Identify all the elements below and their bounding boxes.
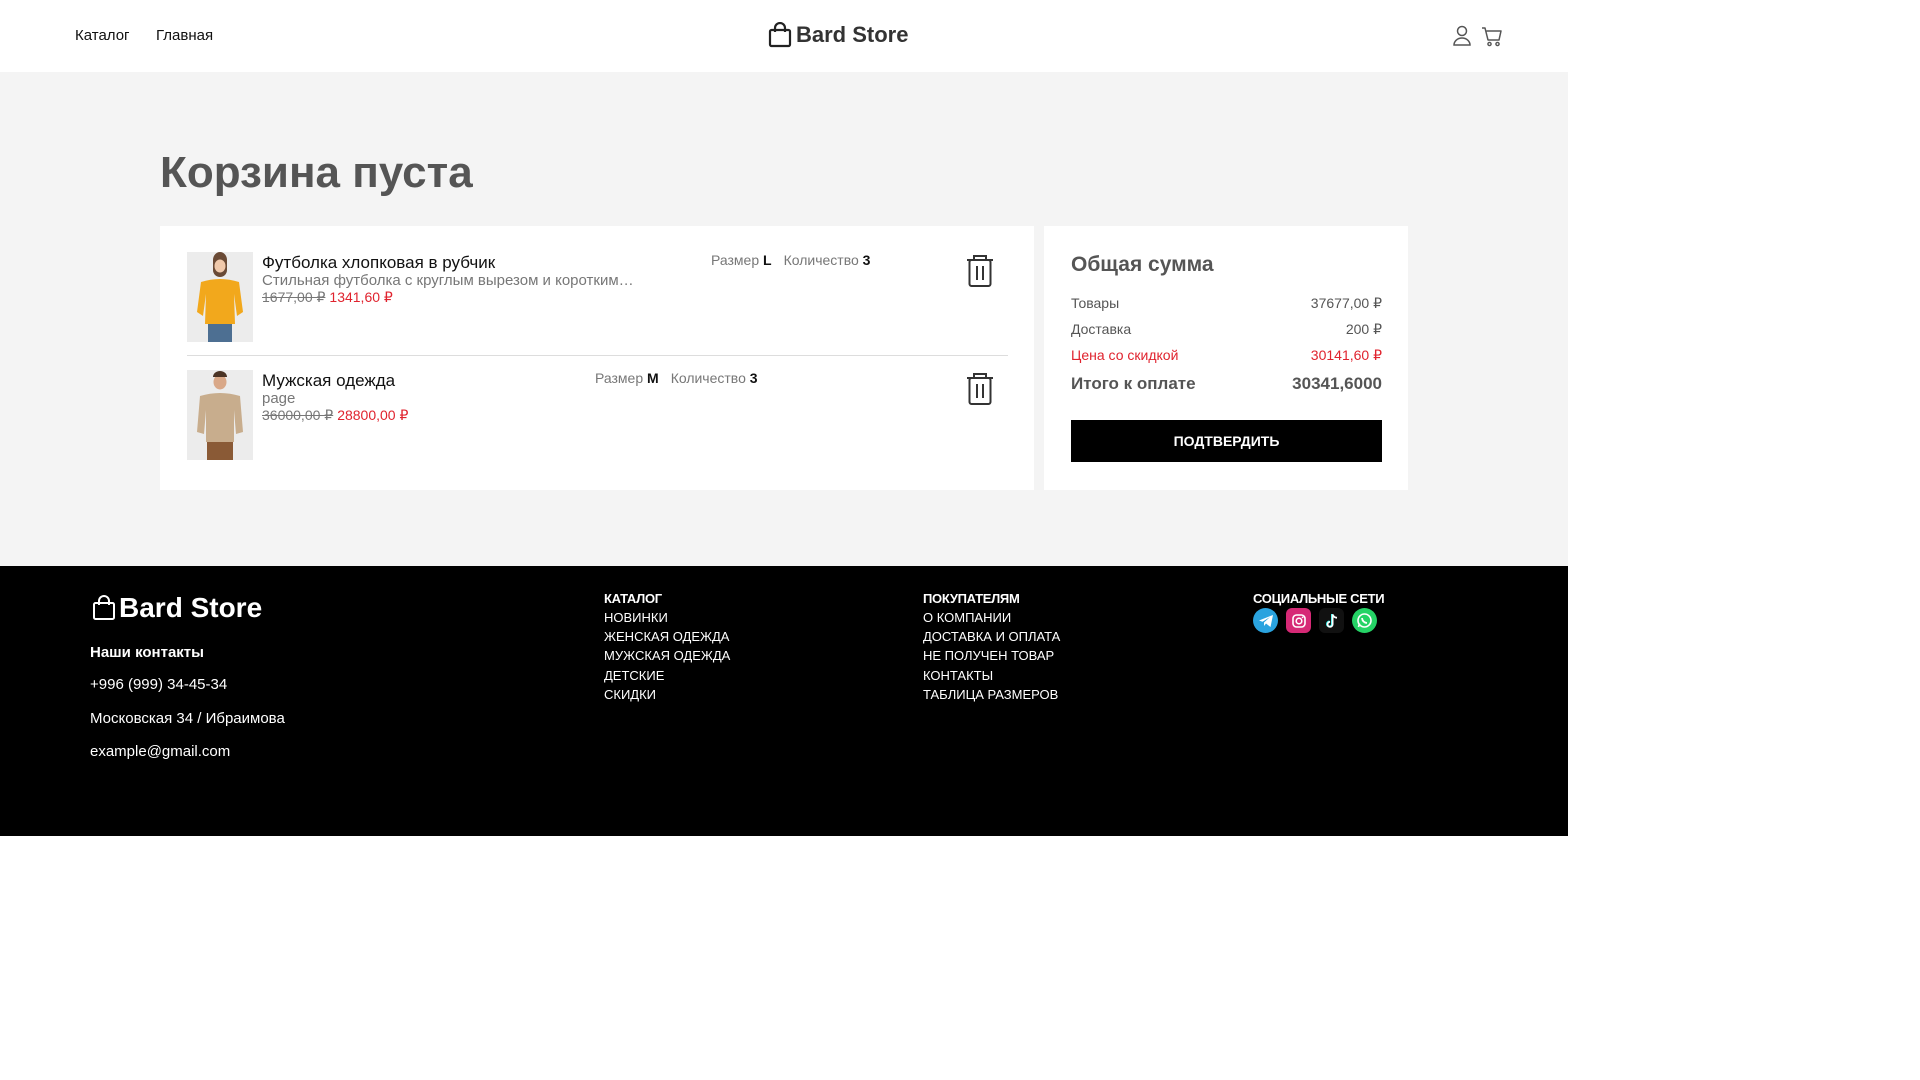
logo-text: Bard Store [796,22,909,47]
new-price: 28800,00 ₽ [337,407,409,423]
quantity-label: Количество [670,370,746,386]
new-price: 1341,60 ₽ [329,289,393,305]
old-price: 36000,00 ₽ [262,407,334,423]
goods-label: Товары [1071,295,1120,311]
buyers-column-title: ПОКУПАТЕЛЯМ [923,591,1020,606]
discount-label: Цена со скидкой [1071,347,1179,363]
shopping-bag-icon [93,595,115,620]
contacts-title: Наши контакты [90,644,204,661]
delivery-label: Доставка [1071,321,1132,337]
footer-link-delivery[interactable]: ДОСТАВКА И ОПЛАТА [923,627,1060,646]
contact-address: Московская 34 / Ибраимова [90,710,285,727]
nav-catalog-link[interactable]: Каталог [75,27,130,44]
footer-catalog-column: КАТАЛОГ НОВИНКИ ЖЕНСКАЯ ОДЕЖДА МУЖСКАЯ О… [604,591,730,704]
size-label: Размер [711,252,760,268]
footer-link-contacts[interactable]: КОНТАКТЫ [923,666,1060,685]
footer-link-new[interactable]: НОВИНКИ [604,608,730,627]
total-value: 30341,6000 [1292,374,1382,393]
goods-value: 37677,00 ₽ [1310,295,1382,311]
footer-link-men[interactable]: МУЖСКАЯ ОДЕЖДА [604,646,730,665]
quantity-value: 3 [862,252,871,268]
order-summary: Общая сумма Товары 37677,00 ₽ Доставка 2… [1044,226,1408,490]
size-value: M [647,370,659,386]
trash-icon[interactable] [965,254,995,288]
summary-title: Общая сумма [1071,253,1214,276]
contact-phone[interactable]: +996 (999) 34-45-34 [90,676,227,693]
telegram-icon[interactable] [1253,608,1278,633]
product-image[interactable] [187,370,253,460]
trash-icon[interactable] [965,372,995,406]
cart-items-card: Футболка хлопковая в рубчик Стильная фут… [160,226,1034,490]
items-divider [187,355,1008,356]
footer-logo[interactable]: Bard Store [92,592,262,624]
total-label: Итого к оплате [1071,374,1196,393]
product-prices: 36000,00 ₽28800,00 ₽ [262,407,408,424]
instagram-icon[interactable] [1286,608,1311,633]
quantity-label: Количество [783,252,859,268]
footer-social-column: СОЦИАЛЬНЫЕ СЕТИ [1253,591,1385,633]
nav-home-link[interactable]: Главная [156,27,213,44]
confirm-button[interactable]: ПОДТВЕРДИТЬ [1071,420,1382,462]
product-meta: Размер L Количество 3 [711,252,870,268]
user-icon[interactable] [1451,24,1473,48]
social-icons [1253,608,1384,633]
logo[interactable]: Bard Store [768,20,908,50]
cart-item: Футболка хлопковая в рубчик Стильная фут… [187,252,1008,344]
page-bottom [0,836,1568,882]
footer-link-not-received[interactable]: НЕ ПОЛУЧЕН ТОВАР [923,646,1060,665]
product-description: Стильная футболка с круглым вырезом и ко… [262,272,642,289]
summary-delivery-row: Доставка 200 ₽ [1071,321,1382,338]
cart-page: Корзина пуста Футболка хлопковая в рубчи… [0,72,1568,566]
footer-link-sale[interactable]: СКИДКИ [604,685,730,704]
size-label: Размер [595,370,644,386]
summary-total-row: Итого к оплате 30341,6000 [1071,374,1382,394]
footer-link-about[interactable]: О КОМПАНИИ [923,608,1060,627]
whatsapp-icon[interactable] [1352,608,1377,633]
product-image[interactable] [187,252,253,342]
tiktok-icon[interactable] [1319,608,1344,633]
catalog-column-title: КАТАЛОГ [604,591,662,606]
old-price: 1677,00 ₽ [262,289,326,305]
footer-link-kids[interactable]: ДЕТСКИЕ [604,666,730,685]
summary-discount-row: Цена со скидкой 30141,60 ₽ [1071,347,1382,364]
contact-email[interactable]: example@gmail.com [90,743,230,760]
site-footer: Bard Store Наши контакты +996 (999) 34-4… [0,566,1568,836]
footer-link-women[interactable]: ЖЕНСКАЯ ОДЕЖДА [604,627,730,646]
delivery-value: 200 ₽ [1345,321,1382,337]
footer-buyers-column: ПОКУПАТЕЛЯМ О КОМПАНИИ ДОСТАВКА И ОПЛАТА… [923,591,1060,704]
site-header: Каталог Главная Bard Store [0,0,1568,72]
footer-link-size-table[interactable]: ТАБЛИЦА РАЗМЕРОВ [923,685,1060,704]
discount-value: 30141,60 ₽ [1310,347,1382,363]
cart-icon[interactable] [1481,24,1503,48]
quantity-value: 3 [749,370,758,386]
footer-logo-text: Bard Store [119,592,263,623]
cart-item: Мужская одежда page 36000,00 ₽28800,00 ₽… [187,370,1008,462]
size-value: L [763,252,772,268]
shopping-bag-icon [768,22,792,48]
page-title: Корзина пуста [160,148,473,197]
product-description: page [262,390,296,407]
product-name[interactable]: Мужская одежда [262,371,395,391]
summary-goods-row: Товары 37677,00 ₽ [1071,295,1382,312]
product-meta: Размер M Количество 3 [595,370,758,386]
social-column-title: СОЦИАЛЬНЫЕ СЕТИ [1253,591,1385,606]
product-name[interactable]: Футболка хлопковая в рубчик [262,253,495,273]
product-prices: 1677,00 ₽1341,60 ₽ [262,289,393,306]
